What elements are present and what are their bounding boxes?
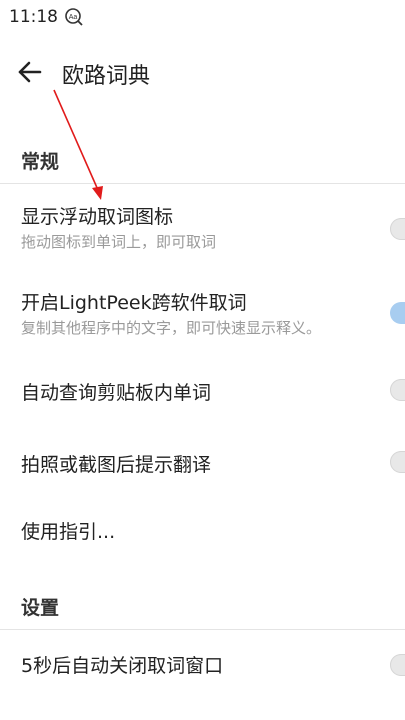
arrow-left-icon[interactable]	[14, 56, 46, 88]
setting-title: 5秒后自动关闭取词窗口	[21, 655, 224, 677]
status-bar: 11:18 Aa	[0, 0, 405, 36]
setting-row-floating-icon[interactable]: 显示浮动取词图标 拖动图标到单词上，即可取词	[0, 184, 405, 262]
status-time: 11:18	[9, 7, 58, 27]
setting-row-screenshot[interactable]: 拍照或截图后提示翻译	[0, 430, 405, 494]
clipboard-toggle[interactable]	[390, 379, 405, 401]
page-title: 欧路词典	[62, 64, 151, 89]
setting-subtitle: 复制其他程序中的文字，即可快速显示释义。	[21, 319, 322, 337]
setting-title: 自动查询剪贴板内单词	[21, 382, 212, 404]
svg-text:Aa: Aa	[69, 14, 78, 21]
setting-row-auto-close[interactable]: 5秒后自动关闭取词窗口	[0, 632, 405, 698]
setting-row-lightpeek[interactable]: 开启LightPeek跨软件取词 复制其他程序中的文字，即可快速显示释义。	[0, 272, 405, 352]
divider	[0, 629, 405, 630]
setting-row-clipboard[interactable]: 自动查询剪贴板内单词	[0, 358, 405, 422]
app-bar: 欧路词典	[0, 44, 405, 102]
setting-title: 开启LightPeek跨软件取词	[21, 292, 247, 314]
setting-subtitle: 拖动图标到单词上，即可取词	[21, 233, 217, 251]
screenshot-toggle[interactable]	[390, 451, 405, 473]
floating-icon-toggle[interactable]	[390, 218, 405, 240]
section-header-general: 常规	[21, 151, 60, 173]
text-scan-icon: Aa	[65, 8, 83, 26]
lightpeek-toggle[interactable]	[390, 302, 405, 324]
auto-close-toggle[interactable]	[390, 654, 405, 676]
setting-row-guide[interactable]: 使用指引...	[0, 500, 405, 560]
setting-title: 显示浮动取词图标	[21, 206, 174, 228]
setting-title: 使用指引...	[21, 521, 116, 543]
section-header-settings: 设置	[21, 597, 60, 619]
setting-title: 拍照或截图后提示翻译	[21, 454, 212, 476]
